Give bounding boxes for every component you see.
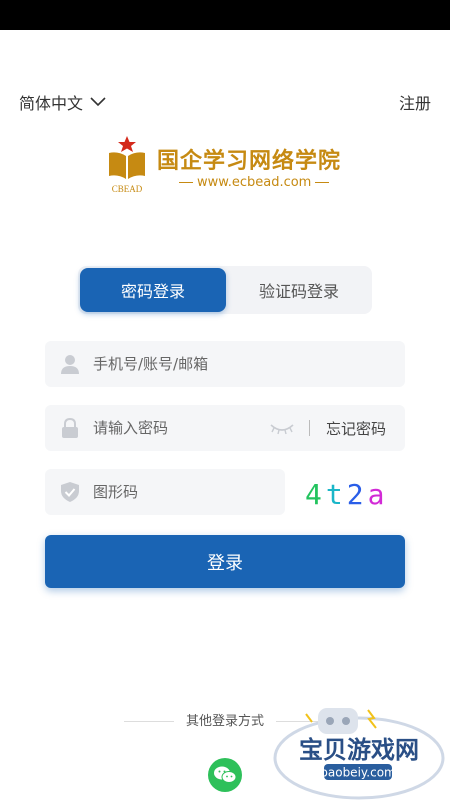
- shield-check-icon: [61, 482, 79, 502]
- divider: [309, 420, 310, 436]
- password-field: 忘记密码: [45, 405, 405, 451]
- logo: CBEAD 国企学习网络学院 www.ecbead.com: [105, 135, 355, 197]
- login-button[interactable]: 登录: [45, 535, 405, 588]
- forgot-password-link[interactable]: 忘记密码: [326, 418, 386, 439]
- wechat-icon: [214, 766, 237, 783]
- language-label: 简体中文: [19, 94, 84, 113]
- logo-url: www.ecbead.com: [175, 175, 333, 190]
- status-bar: [0, 0, 450, 30]
- other-login-label: 其他登录方式: [185, 714, 264, 729]
- logo-url-text: www.ecbead.com: [197, 175, 312, 190]
- captcha-char: 4: [305, 478, 326, 511]
- top-row: 简体中文 注册: [0, 90, 450, 116]
- logo-title: 国企学习网络学院: [157, 149, 342, 174]
- watermark-logo: 宝贝游戏网 baobeiy.com: [273, 708, 445, 800]
- register-link[interactable]: 注册: [399, 90, 431, 114]
- captcha-image[interactable]: 4t2a: [305, 478, 388, 511]
- eye-closed-icon[interactable]: [269, 419, 295, 437]
- captcha-input[interactable]: [93, 469, 273, 515]
- captcha-char: a: [367, 478, 389, 511]
- account-field: [45, 341, 405, 387]
- password-input[interactable]: [93, 405, 263, 451]
- login-tabs: 密码登录 验证码登录: [78, 266, 372, 314]
- user-icon: [61, 355, 79, 374]
- account-input[interactable]: [93, 341, 393, 387]
- lock-icon: [62, 417, 78, 438]
- chevron-down-icon: [90, 97, 106, 107]
- emblem-text: CBEAD: [112, 184, 143, 194]
- tab-password-login[interactable]: 密码登录: [80, 268, 226, 312]
- watermark-url: baobeiy.com: [320, 766, 395, 780]
- wechat-login-button[interactable]: [208, 758, 242, 792]
- captcha-field: [45, 469, 285, 515]
- language-selector[interactable]: 简体中文: [19, 90, 107, 114]
- captcha-char: 2: [346, 478, 368, 511]
- watermark-title: 宝贝游戏网: [299, 736, 419, 764]
- divider: [123, 721, 174, 722]
- captcha-char: t: [325, 478, 347, 511]
- tab-code-login[interactable]: 验证码登录: [226, 268, 372, 312]
- book-emblem-icon: CBEAD: [109, 136, 145, 194]
